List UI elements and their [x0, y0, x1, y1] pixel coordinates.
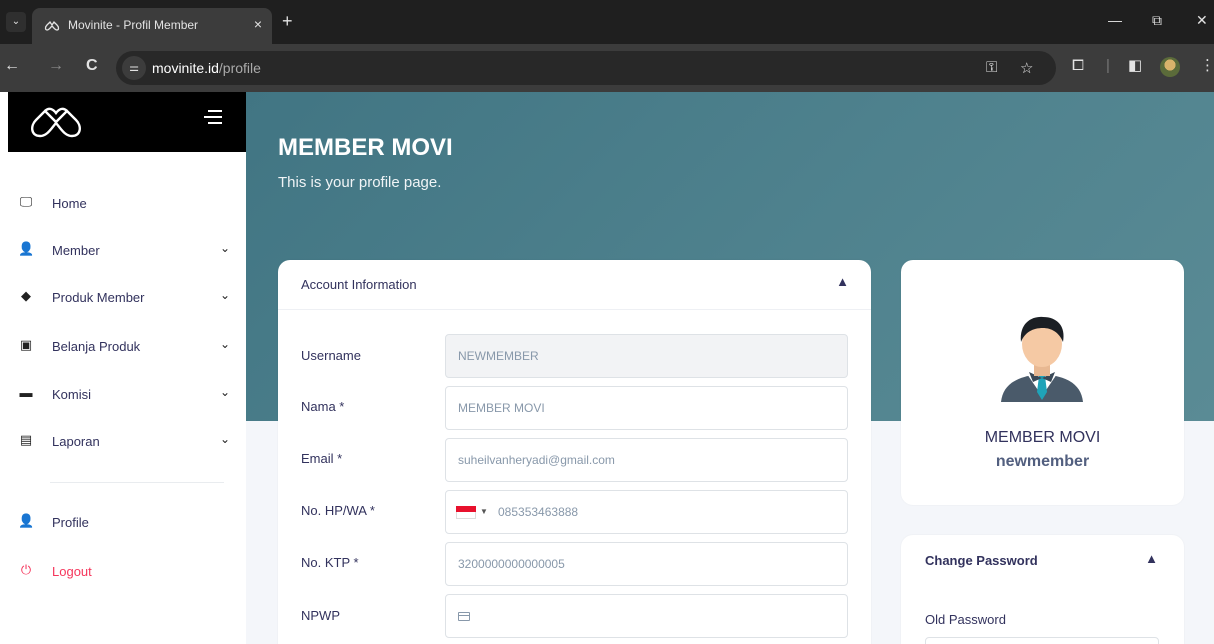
movinite-favicon-icon — [44, 20, 60, 31]
old-password-input[interactable] — [925, 637, 1159, 644]
sidebar-item-label: Produk Member — [52, 290, 145, 305]
ktp-field[interactable]: 3200000000000005 — [445, 542, 848, 586]
sidebar-item-member[interactable]: 👤 Member ⌄ — [0, 231, 246, 271]
profile-summary-card: MEMBER MOVI newmember — [901, 260, 1184, 505]
back-button[interactable]: ← — [4, 58, 20, 74]
url-host: movinite.id — [152, 60, 219, 76]
sidebar-item-laporan[interactable]: ▤ Laporan ⌄ — [0, 422, 246, 462]
sidebar-item-profile[interactable]: 👤 Profile — [0, 503, 246, 543]
sidebar-item-label: Laporan — [52, 434, 100, 449]
account-card-header[interactable]: Account Information ▲ — [278, 260, 871, 310]
change-password-card: Change Password ▲ Old Password — [901, 535, 1184, 644]
sidebar-item-komisi[interactable]: ▬ Komisi ⌄ — [0, 375, 246, 415]
phone-field[interactable]: ▼ 085353463888 — [445, 490, 848, 534]
change-password-title: Change Password — [925, 553, 1038, 568]
browser-profile-avatar[interactable] — [1160, 57, 1180, 77]
npwp-label: NPWP — [301, 608, 340, 623]
sidebar-toggle-icon[interactable] — [204, 110, 222, 130]
url-text[interactable]: movinite.id/profile — [152, 60, 261, 76]
minimize-button[interactable]: — — [1108, 12, 1122, 28]
sidebar-item-home[interactable]: 🖵 Home — [0, 184, 246, 224]
toolbar-divider: | — [1106, 57, 1110, 74]
url-path: /profile — [218, 60, 261, 76]
chevron-down-icon: ⌄ — [220, 337, 231, 351]
phone-label: No. HP/WA * — [301, 503, 375, 518]
tag-icon: ◆ — [21, 288, 31, 303]
phone-value: 085353463888 — [498, 505, 579, 519]
chevron-down-icon: ⌄ — [220, 241, 231, 255]
sidebar-item-label: Logout — [52, 564, 92, 579]
chevron-down-icon: ⌄ — [220, 432, 231, 446]
sidebar-item-logout[interactable]: ⏻ Logout — [0, 552, 246, 592]
tab-title: Movinite - Profil Member — [68, 18, 199, 32]
user-icon: 👤 — [18, 241, 35, 256]
username-label: Username — [301, 348, 361, 363]
user-icon: 👤 — [18, 513, 35, 528]
email-label: Email * — [301, 451, 343, 466]
side-panel-icon[interactable]: ◧ — [1128, 58, 1142, 74]
account-card-title: Account Information — [301, 277, 417, 292]
id-card-icon — [458, 612, 470, 621]
npwp-field[interactable] — [445, 594, 848, 638]
page-subtitle: This is your profile page. — [278, 174, 442, 191]
close-window-button[interactable]: ✕ — [1196, 12, 1208, 29]
avatar — [1001, 316, 1083, 402]
power-icon: ⏻ — [20, 562, 32, 577]
chevron-up-icon[interactable]: ▲ — [836, 274, 849, 289]
indonesia-flag-icon[interactable] — [456, 506, 476, 519]
country-dropdown-caret-icon[interactable]: ▼ — [480, 491, 488, 533]
tab-close-icon[interactable]: × — [254, 16, 262, 32]
movinite-logo-icon[interactable] — [28, 104, 84, 140]
browser-tab-bar: ⌄ Movinite - Profil Member × + — ⧉ ✕ — [0, 0, 1214, 44]
sidebar-item-label: Home — [52, 196, 87, 211]
restore-button[interactable]: ⧉ — [1152, 12, 1162, 29]
chevron-down-icon: ⌄ — [220, 385, 231, 399]
password-key-icon[interactable]: ⚿ — [986, 59, 997, 76]
sidebar-item-belanja-produk[interactable]: ▣ Belanja Produk ⌄ — [0, 327, 246, 367]
username-field[interactable]: NEWMEMBER — [445, 334, 848, 378]
site-info-icon[interactable]: ⚌ — [122, 56, 146, 80]
monitor-icon: 🖵 — [19, 194, 33, 209]
bookmark-star-icon[interactable]: ☆ — [1020, 59, 1033, 77]
address-bar[interactable]: ⚌ movinite.id/profile ⚿ ☆ — [116, 51, 1056, 85]
sidebar-item-label: Komisi — [52, 387, 92, 402]
nama-label: Nama * — [301, 399, 345, 414]
browser-menu-icon[interactable]: ⋮ — [1200, 58, 1214, 74]
old-password-label: Old Password — [925, 612, 1006, 627]
sidebar-item-label: Member — [52, 243, 100, 258]
sidebar-divider — [50, 482, 224, 483]
document-icon: ▤ — [19, 432, 33, 447]
forward-button[interactable]: → — [48, 58, 64, 74]
browser-tab[interactable]: Movinite - Profil Member × — [32, 8, 272, 44]
chevron-down-icon: ⌄ — [220, 288, 231, 302]
sidebar: 🖵 Home 👤 Member ⌄ ◆ Produk Member ⌄ ▣ Be… — [0, 92, 246, 644]
reload-button[interactable]: C — [86, 58, 98, 74]
main-content: MEMBER MOVI This is your profile page. A… — [246, 92, 1214, 644]
account-information-card: Account Information ▲ Username NEWMEMBER… — [278, 260, 871, 644]
nama-field[interactable]: MEMBER MOVI — [445, 386, 848, 430]
shopping-icon: ▣ — [19, 337, 33, 352]
card-icon: ▬ — [19, 385, 33, 400]
sidebar-item-label: Belanja Produk — [52, 339, 141, 354]
tab-search-button[interactable]: ⌄ — [6, 12, 26, 32]
browser-toolbar: ← → C ⚌ movinite.id/profile ⚿ ☆ ⧠ | ◧ ⋮ — [0, 44, 1214, 92]
sidebar-item-produk-member[interactable]: ◆ Produk Member ⌄ — [0, 278, 246, 318]
extensions-icon[interactable]: ⧠ — [1072, 58, 1084, 74]
profile-username: newmember — [995, 453, 1090, 470]
sidebar-header — [8, 92, 246, 152]
profile-name: MEMBER MOVI — [984, 429, 1101, 446]
ktp-label: No. KTP * — [301, 555, 359, 570]
chevron-up-icon[interactable]: ▲ — [1145, 551, 1158, 566]
page-title: MEMBER MOVI — [278, 134, 453, 161]
email-field[interactable]: suheilvanheryadi@gmail.com — [445, 438, 848, 482]
change-password-header[interactable]: Change Password ▲ — [901, 535, 1184, 585]
sidebar-item-label: Profile — [52, 515, 89, 530]
new-tab-button[interactable]: + — [282, 12, 293, 30]
